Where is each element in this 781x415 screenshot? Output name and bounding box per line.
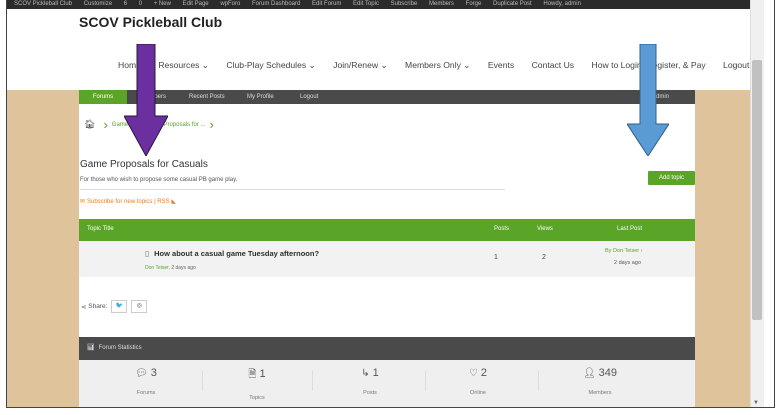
window-border	[6, 0, 775, 408]
